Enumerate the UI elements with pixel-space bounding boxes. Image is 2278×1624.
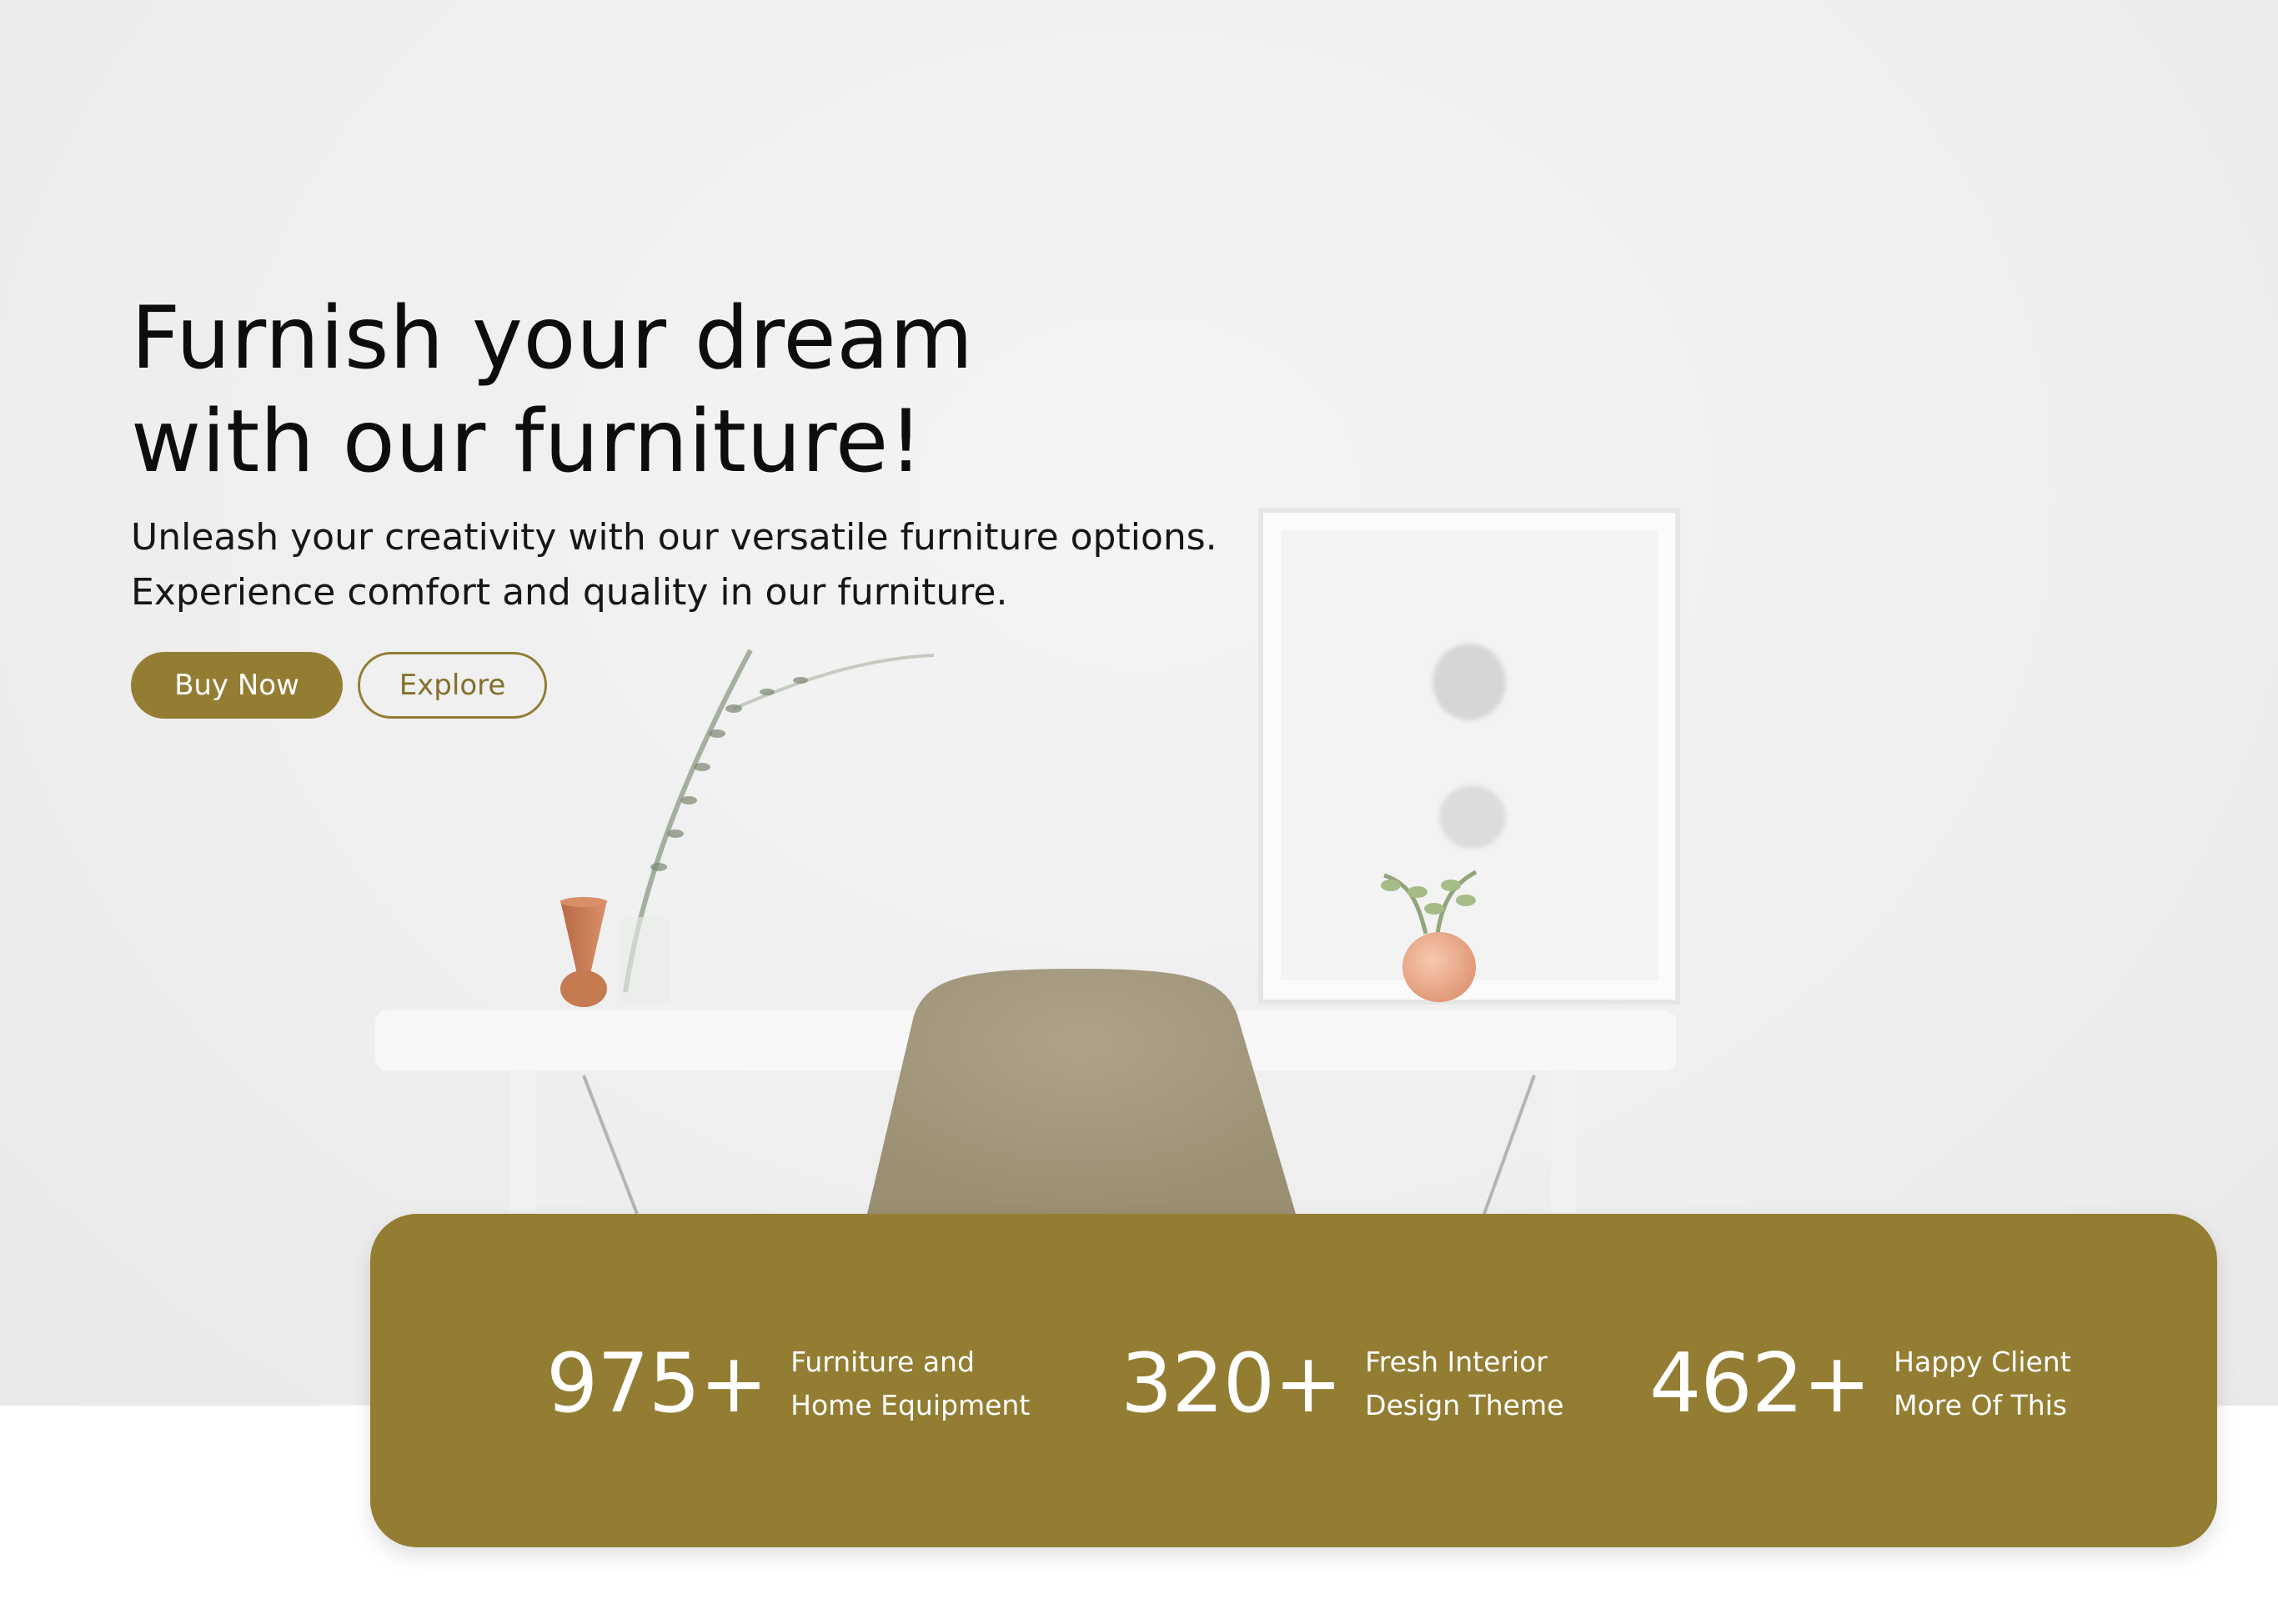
plant-branch (619, 649, 935, 1004)
stat-label-line-1: Happy Client (1894, 1346, 2071, 1378)
hero-subtitle-line-1: Unleash your creativity with our versati… (131, 516, 1217, 559)
stat-happy-clients: 462+ Happy Client More Of This (1649, 1326, 2071, 1442)
explore-button[interactable]: Explore (358, 652, 547, 719)
stats-panel: 975+ Furniture and Home Equipment 320+ F… (370, 1214, 2217, 1547)
hero-title: Furnish your dream with our furniture! (131, 287, 1215, 494)
copper-vase (560, 897, 607, 1007)
stat-label-line-1: Fresh Interior (1365, 1346, 1548, 1378)
stat-label: Fresh Interior Design Theme (1365, 1341, 1563, 1427)
landing-page: Furnish your dream with our furniture! U… (0, 0, 2278, 1624)
stat-design-themes: 320+ Fresh Interior Design Theme (1121, 1326, 1563, 1442)
stat-label-line-2: More Of This (1894, 1389, 2067, 1421)
hero-subtitle-line-2: Experience comfort and quality in our fu… (131, 571, 1008, 614)
buy-now-button[interactable]: Buy Now (131, 652, 343, 719)
hero-section: Furnish your dream with our furniture! U… (0, 0, 2278, 1406)
stat-label-line-2: Design Theme (1365, 1389, 1564, 1421)
stat-value: 462+ (1649, 1336, 1871, 1431)
stat-label: Furniture and Home Equipment (790, 1341, 1030, 1427)
stat-value: 975+ (546, 1336, 768, 1431)
hero-subtitle: Unleash your creativity with our versati… (131, 510, 1340, 620)
stat-furniture: 975+ Furniture and Home Equipment (546, 1326, 1030, 1442)
hero-title-line-1: Furnish your dream (131, 288, 974, 388)
hero-background-image (375, 508, 1680, 1215)
chair (867, 969, 1296, 1214)
hero-title-line-2: with our furniture! (131, 392, 924, 492)
stat-label-line-2: Home Equipment (790, 1389, 1031, 1421)
stat-value: 320+ (1121, 1336, 1342, 1431)
stat-label-line-1: Furniture and (790, 1346, 975, 1378)
stat-label: Happy Client More Of This (1894, 1341, 2071, 1427)
